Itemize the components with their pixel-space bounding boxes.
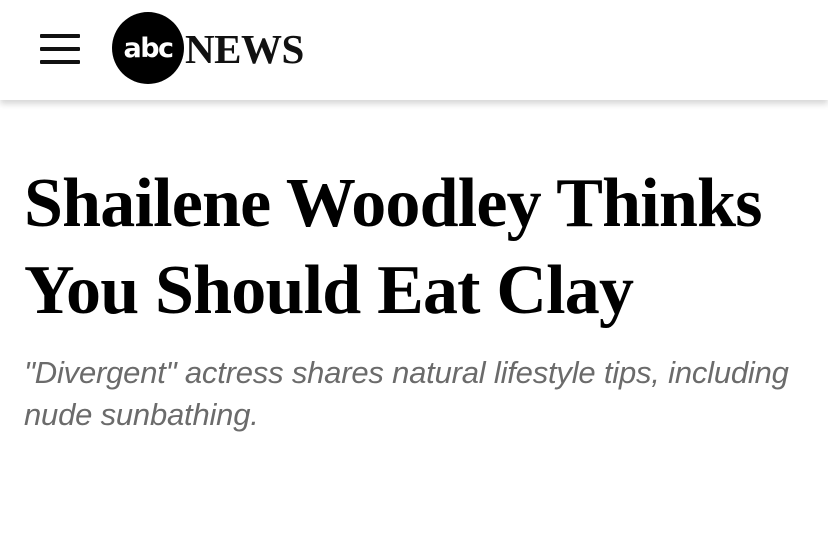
site-header: abc NEWS [0,0,828,100]
abc-logo-circle: abc [112,12,184,84]
abc-logo-text: abc [123,32,174,64]
article-header: Shailene Woodley Thinks You Should Eat C… [24,160,814,436]
news-wordmark: NEWS [185,25,304,72]
abc-news-logo[interactable]: abc NEWS [112,12,304,84]
menu-bar-middle [40,47,80,51]
hamburger-menu-icon[interactable] [40,34,80,64]
article-subheadline: "Divergent" actress shares natural lifes… [24,355,789,432]
menu-bar-top [40,34,80,38]
article-headline: Shailene Woodley Thinks You Should Eat C… [24,165,762,329]
menu-bar-bottom [40,60,80,64]
